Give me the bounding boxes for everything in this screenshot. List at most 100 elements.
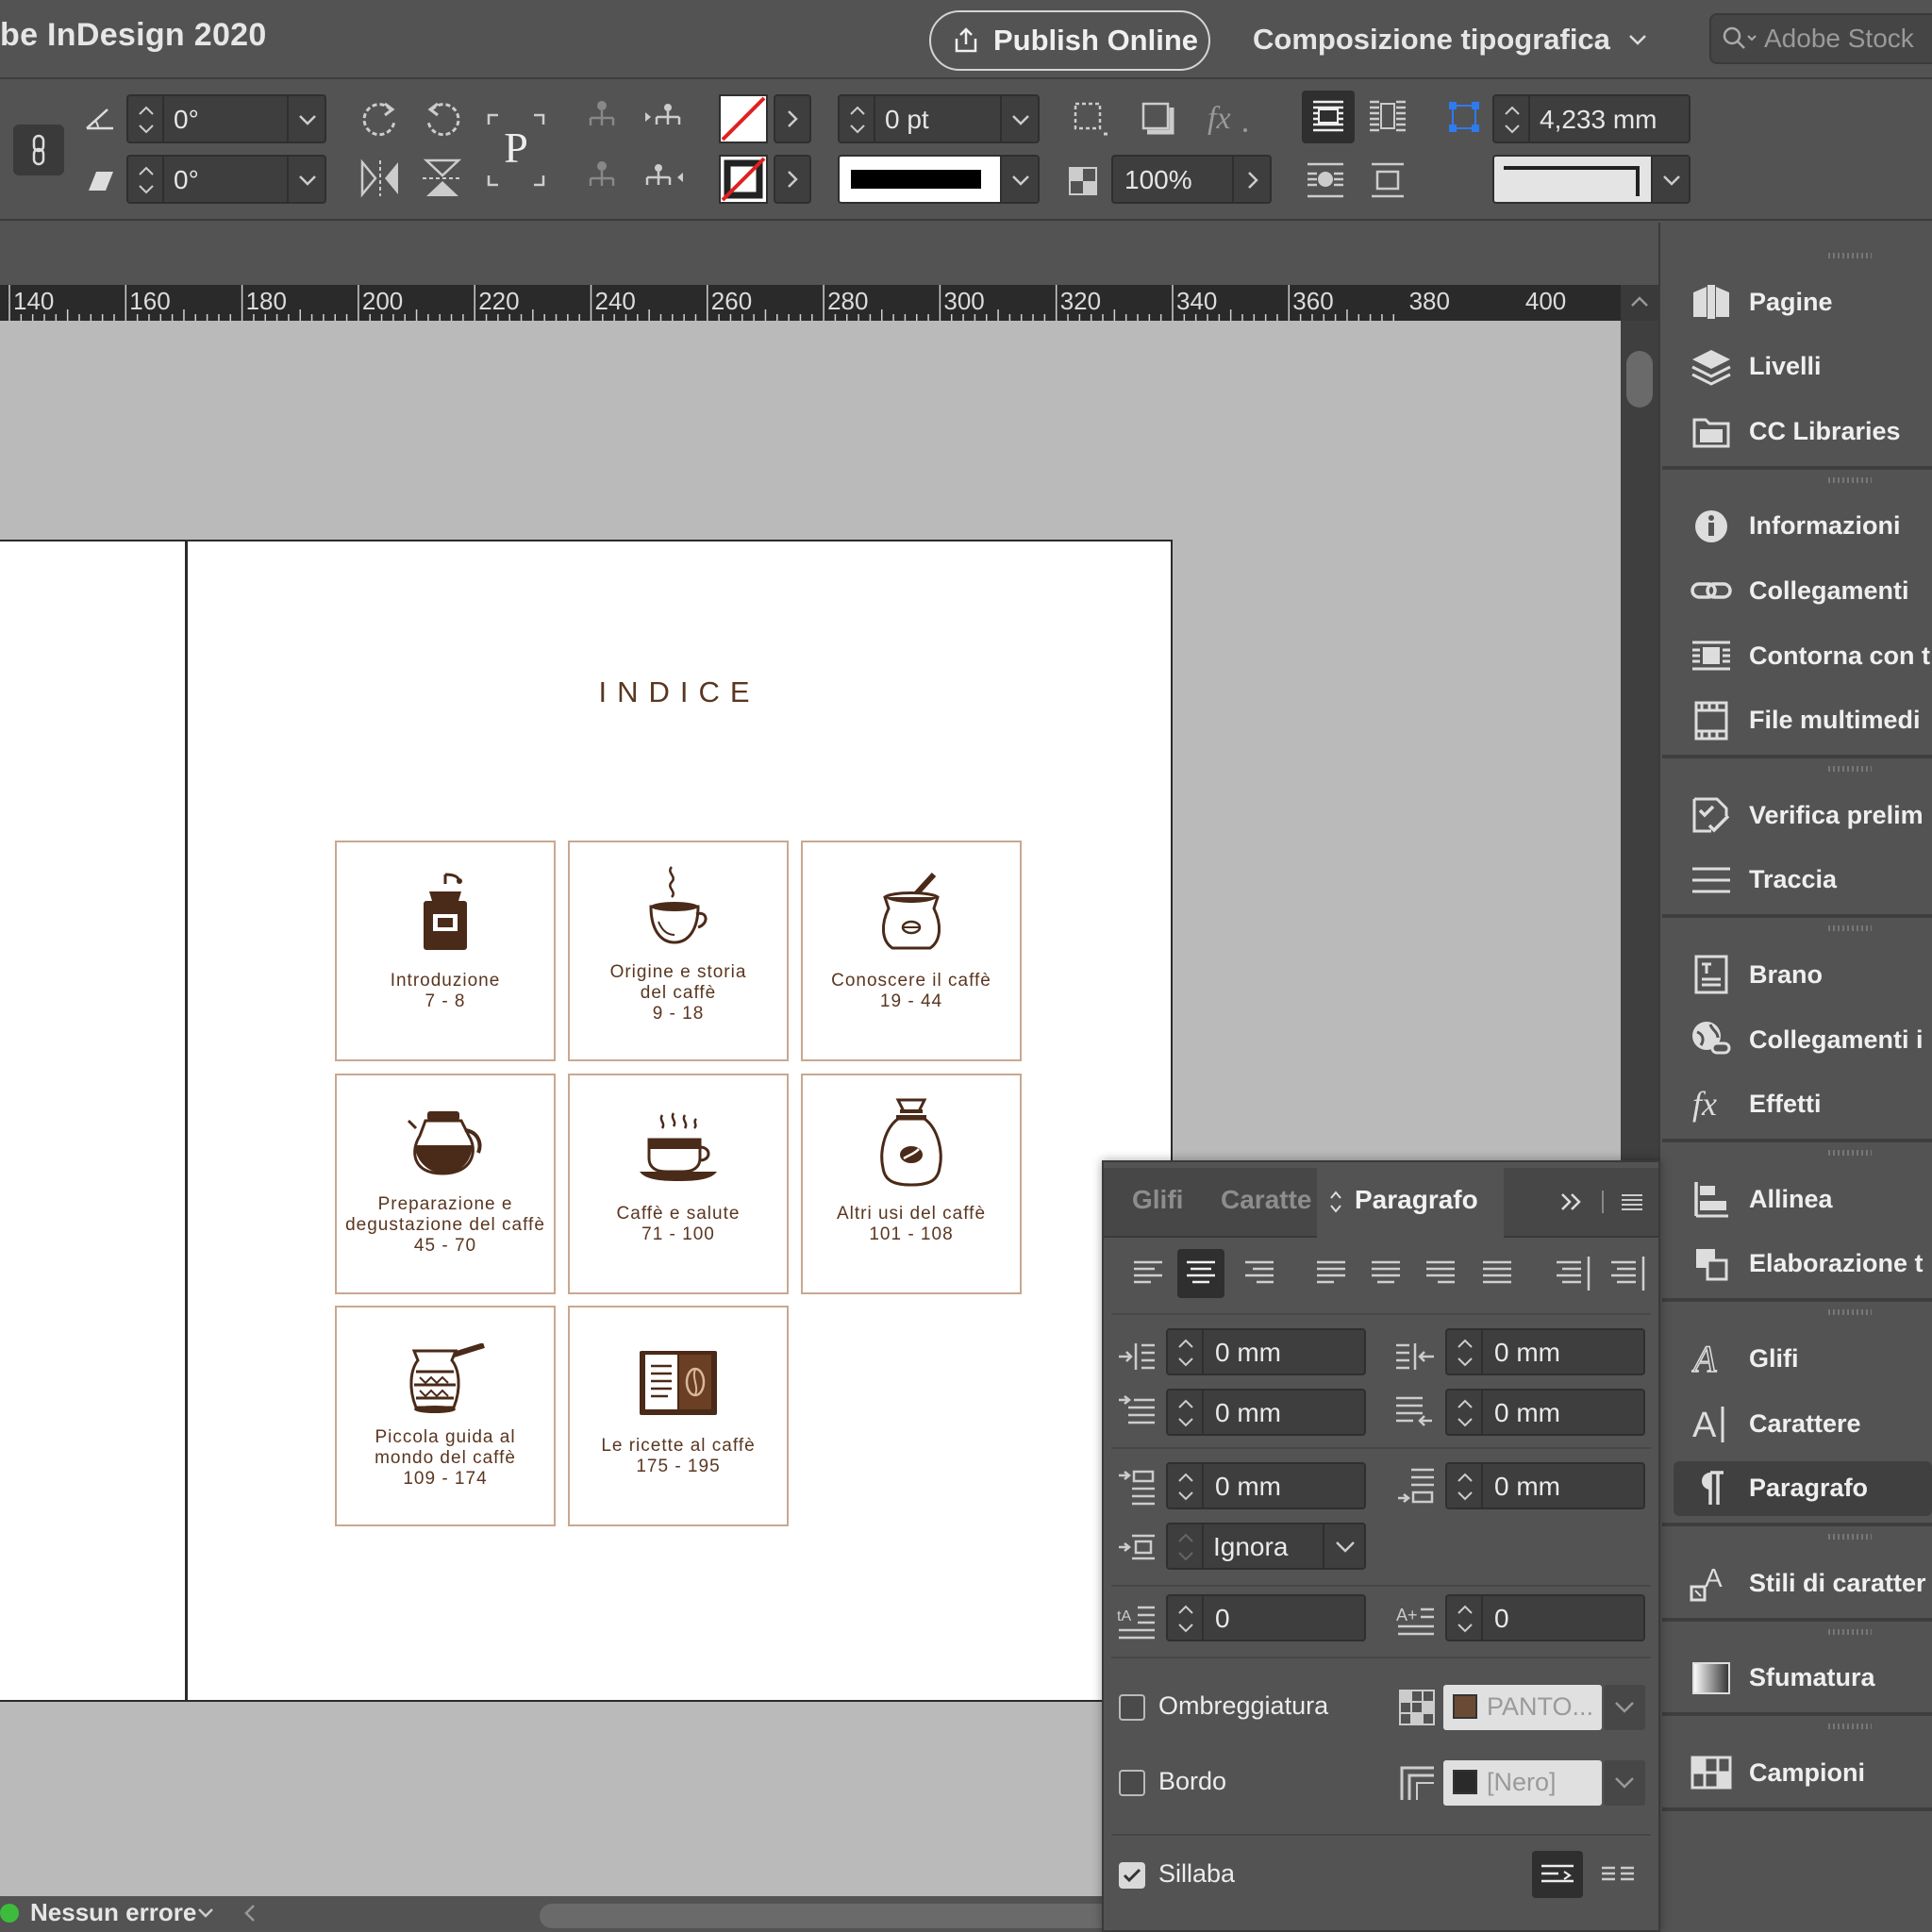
text-wrap-active-button[interactable] [1302, 91, 1355, 143]
select-content-icon[interactable] [583, 158, 621, 196]
dock-item-stili-di-caratter[interactable]: A Stili di caratter [1662, 1556, 1932, 1610]
preflight-status[interactable]: Nessun errore [30, 1898, 196, 1927]
stepper-icon[interactable] [128, 96, 164, 142]
left-indent-field[interactable]: 0 mm [1166, 1328, 1366, 1375]
justify-center-button[interactable] [1362, 1249, 1409, 1298]
dock-item-carattere[interactable]: A Carattere [1662, 1396, 1932, 1451]
hyphenate-checkbox[interactable] [1119, 1862, 1145, 1889]
select-next-icon[interactable] [641, 158, 685, 196]
stepper-icon[interactable] [128, 157, 164, 202]
page-title[interactable]: INDICE [528, 675, 830, 709]
corner-options-field[interactable] [1492, 155, 1690, 204]
drop-cap-lines-field[interactable]: 0 [1166, 1594, 1366, 1641]
first-line-indent-field[interactable]: 0 mm [1166, 1389, 1366, 1436]
shading-color-select[interactable]: PANTO... [1443, 1685, 1602, 1730]
toc-card-preparation[interactable]: Preparazione e degustazione del caffè 45… [335, 1074, 556, 1294]
chevron-down-icon[interactable] [1651, 157, 1689, 202]
space-after-field[interactable]: 0 mm [1445, 1462, 1645, 1509]
shear-angle-field[interactable]: 0° [126, 155, 326, 204]
reference-point-icon[interactable]: P [485, 111, 547, 189]
wrap-object-shape-icon[interactable] [1302, 157, 1349, 204]
dock-group-grip[interactable] [1828, 1628, 1872, 1635]
flip-vertical-icon[interactable] [419, 157, 466, 200]
stepper-icon[interactable] [1168, 1596, 1204, 1640]
chevron-down-icon[interactable] [287, 157, 325, 202]
stepper-icon[interactable] [840, 96, 875, 142]
jump-object-icon[interactable] [1364, 157, 1411, 204]
stroke-weight-field[interactable]: 0 pt [838, 94, 1040, 143]
dock-item-livelli[interactable]: Livelli [1662, 340, 1932, 394]
paragraph-composer-button[interactable] [1594, 1851, 1641, 1898]
stepper-icon[interactable] [1447, 1464, 1483, 1507]
stepper-icon[interactable] [1494, 96, 1530, 142]
effects-fx-icon[interactable]: fx [1206, 98, 1251, 140]
dock-item-file-multimedi[interactable]: File multimedi [1662, 693, 1932, 748]
chevron-down-icon[interactable] [287, 96, 325, 142]
adobe-stock-search[interactable]: Adobe Stock [1709, 13, 1932, 64]
ruler-scroll-corner[interactable] [1621, 285, 1658, 321]
constrain-proportions-button[interactable] [13, 125, 64, 175]
stepper-icon[interactable] [1168, 1391, 1204, 1434]
dock-item-verifica-prelim[interactable]: Verifica prelim [1662, 788, 1932, 842]
toc-card-recipes[interactable]: Le ricette al caffè 175 - 195 [568, 1306, 789, 1526]
rotate-counterclockwise-icon[interactable] [419, 96, 466, 140]
dock-item-elaborazione-t[interactable]: Elaborazione t [1662, 1237, 1932, 1291]
stepper-icon[interactable] [1168, 1524, 1204, 1568]
dock-item-collegamenti-i[interactable]: Collegamenti i [1662, 1012, 1932, 1067]
align-to-grid-select[interactable]: Ignora [1166, 1523, 1366, 1570]
right-indent-field[interactable]: 0 mm [1445, 1328, 1645, 1375]
single-line-composer-button[interactable] [1532, 1851, 1583, 1898]
dock-group-grip[interactable] [1828, 476, 1872, 483]
dock-item-paragrafo[interactable]: Paragrafo [1674, 1460, 1932, 1516]
stepper-icon[interactable] [1168, 1330, 1204, 1374]
border-color-select[interactable]: [Nero] [1443, 1760, 1602, 1806]
publish-online-button[interactable]: Publish Online [929, 10, 1210, 71]
dock-item-effetti[interactable]: fx Effetti [1662, 1077, 1932, 1132]
stroke-type-field[interactable] [838, 155, 1040, 204]
chevron-left-icon[interactable] [240, 1902, 262, 1924]
dock-item-collegamenti[interactable]: Collegamenti [1662, 563, 1932, 618]
dock-item-brano[interactable]: Brano [1662, 947, 1932, 1002]
tab-paragrafo[interactable]: Paragrafo [1355, 1185, 1478, 1215]
rotate-angle-field[interactable]: 0° [126, 94, 326, 143]
workspace-switcher[interactable]: Composizione tipografica [1253, 19, 1648, 60]
shadow-box-icon[interactable] [1138, 98, 1179, 140]
dock-item-allinea[interactable]: Allinea [1662, 1172, 1932, 1226]
stepper-icon[interactable] [1447, 1330, 1483, 1374]
toc-card-health[interactable]: Caffè e salute 71 - 100 [568, 1074, 789, 1294]
flip-horizontal-icon[interactable] [357, 157, 404, 200]
shading-checkbox[interactable] [1119, 1694, 1145, 1721]
chevron-down-icon[interactable] [1604, 1685, 1645, 1730]
shading-settings-icon[interactable] [1398, 1689, 1436, 1726]
align-left-button[interactable] [1124, 1249, 1172, 1298]
chevron-right-icon[interactable] [1232, 157, 1270, 202]
dock-item-campioni[interactable]: Campioni [1662, 1745, 1932, 1800]
dock-item-sfumatura[interactable]: Sfumatura [1662, 1651, 1932, 1706]
toc-card-introduction[interactable]: Introduzione 7 - 8 [335, 841, 556, 1061]
border-checkbox[interactable] [1119, 1770, 1145, 1796]
dock-group-grip[interactable] [1828, 925, 1872, 932]
expand-panel-icon[interactable] [1558, 1189, 1587, 1215]
panel-menu-icon[interactable] [1619, 1189, 1645, 1215]
toc-card-know-coffee[interactable]: Conoscere il caffè 19 - 44 [801, 841, 1022, 1061]
align-right-button[interactable] [1236, 1249, 1283, 1298]
dock-group-grip[interactable] [1828, 766, 1872, 773]
toc-card-origin-history[interactable]: Origine e storia del caffè 9 - 18 [568, 841, 789, 1061]
align-center-button[interactable] [1177, 1249, 1224, 1298]
select-container-icon[interactable] [583, 98, 621, 136]
toc-card-other-uses[interactable]: Altri usi del caffè 101 - 108 [801, 1074, 1022, 1294]
opacity-field[interactable]: 100% [1111, 155, 1272, 204]
align-towards-spine-button[interactable] [1547, 1249, 1594, 1298]
justify-right-button[interactable] [1417, 1249, 1464, 1298]
chevron-down-icon[interactable] [1604, 1760, 1645, 1806]
gap-size-field[interactable]: 4,233 mm [1492, 94, 1690, 143]
justify-all-button[interactable] [1474, 1249, 1521, 1298]
horizontal-ruler[interactable]: 140 160 180 200 220 240 260 280 300 320 340 360 380 4… [0, 285, 1621, 321]
wrap-bounding-box-icon[interactable] [1364, 94, 1411, 142]
fill-swatch-dropdown[interactable] [774, 94, 811, 143]
stroke-none-swatch[interactable] [719, 155, 768, 204]
fill-none-swatch[interactable] [719, 94, 768, 143]
dock-item-cc-libraries[interactable]: CC Libraries [1662, 404, 1932, 458]
dock-group-grip[interactable] [1828, 1724, 1872, 1730]
dock-item-informazioni[interactable]: Informazioni [1662, 499, 1932, 554]
